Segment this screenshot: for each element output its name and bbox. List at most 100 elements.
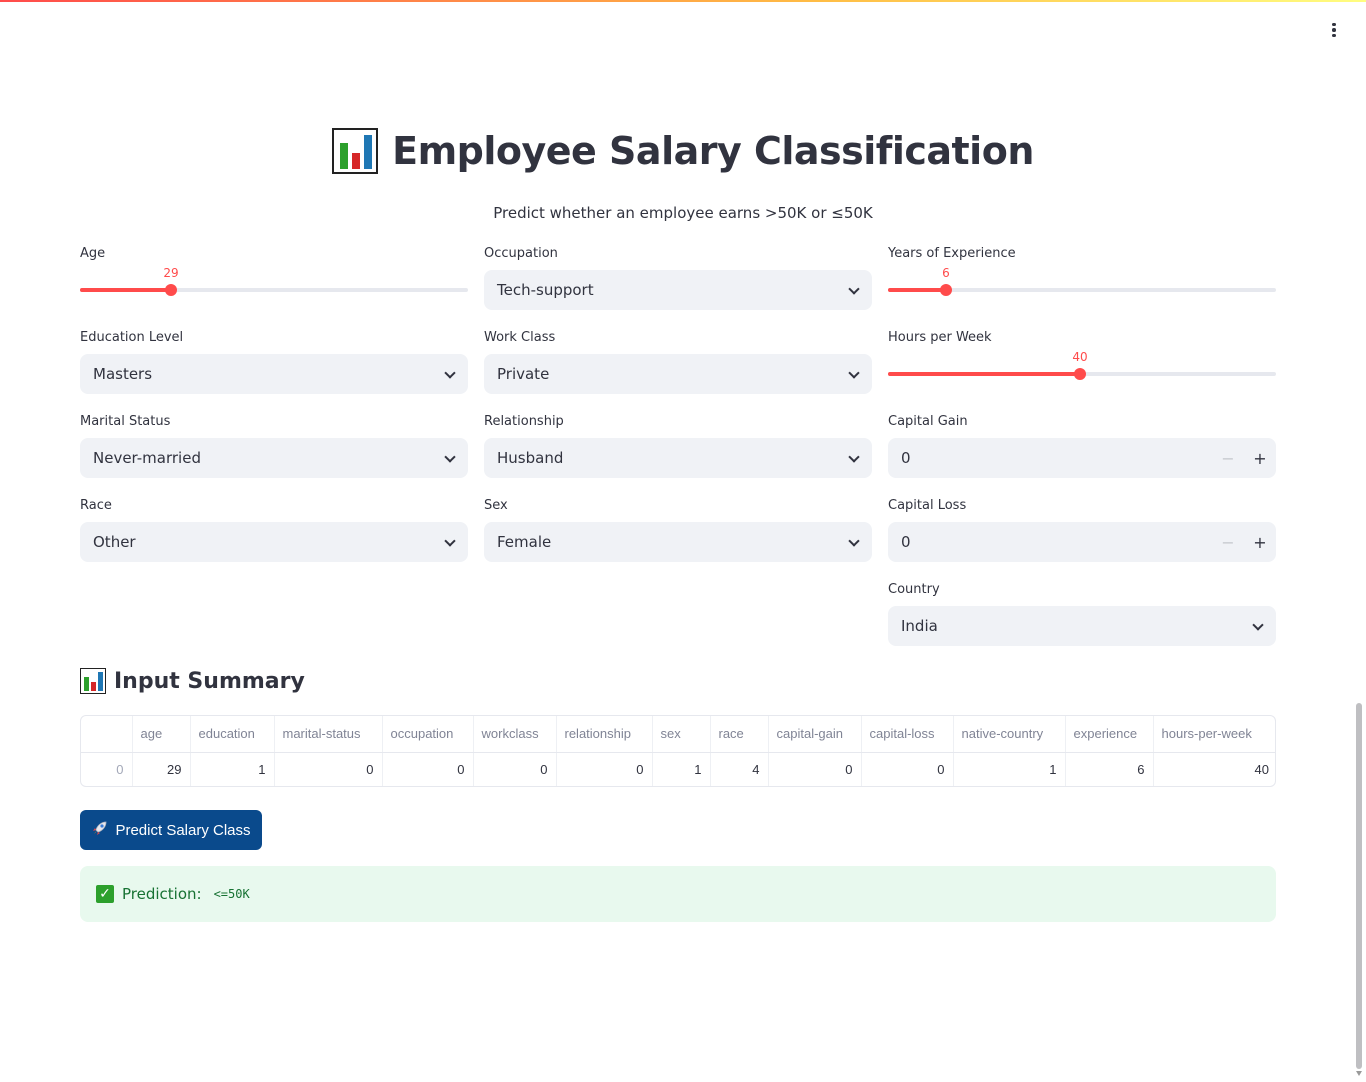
increment-button[interactable]: +	[1244, 438, 1276, 478]
predict-salary-button[interactable]: Predict Salary Class	[80, 810, 262, 850]
capital-loss-value[interactable]: 0	[888, 533, 1212, 551]
race-select[interactable]: Other	[80, 522, 468, 562]
country-select[interactable]: India	[888, 606, 1276, 646]
chevron-down-icon	[849, 369, 859, 379]
column-header[interactable]: experience	[1065, 716, 1154, 753]
marital-value: Never-married	[93, 449, 201, 467]
country-label: Country	[888, 582, 940, 597]
marital-label: Marital Status	[80, 414, 171, 429]
workclass-select[interactable]: Private	[484, 354, 872, 394]
prediction-result: ✓ Prediction: <=50K	[80, 866, 1276, 922]
chevron-down-icon	[849, 453, 859, 463]
bar-chart-icon	[80, 668, 106, 694]
slider-fill	[888, 288, 946, 292]
chevron-down-icon	[849, 537, 859, 547]
table-cell[interactable]: 0	[768, 752, 862, 786]
slider-fill	[80, 288, 171, 292]
marital-select[interactable]: Never-married	[80, 438, 468, 478]
row-index: 0	[81, 752, 133, 786]
input-summary-heading: Input Summary	[80, 668, 305, 694]
sex-select[interactable]: Female	[484, 522, 872, 562]
slider-value: 29	[163, 266, 179, 280]
hours-label: Hours per Week	[888, 330, 992, 345]
page-subtitle: Predict whether an employee earns >50K o…	[493, 204, 873, 222]
table-cell[interactable]: 1	[652, 752, 711, 786]
page-header: Employee Salary Classification	[0, 128, 1366, 174]
occupation-select[interactable]: Tech-support	[484, 270, 872, 310]
capital-gain-label: Capital Gain	[888, 414, 968, 429]
table-cell[interactable]: 1	[190, 752, 275, 786]
workclass-value: Private	[497, 365, 550, 383]
country-value: India	[901, 617, 938, 635]
sex-value: Female	[497, 533, 552, 551]
table-cell[interactable]: 4	[710, 752, 769, 786]
workclass-label: Work Class	[484, 330, 556, 345]
capital-loss-input[interactable]: 0 − +	[888, 522, 1276, 562]
table-cell[interactable]: 0	[274, 752, 383, 786]
occupation-value: Tech-support	[497, 281, 594, 299]
input-summary-table[interactable]: age education marital-status occupation …	[80, 715, 1276, 787]
table-cell[interactable]: 0	[861, 752, 954, 786]
race-label: Race	[80, 498, 112, 513]
column-header[interactable]: capital-gain	[768, 716, 862, 753]
education-select[interactable]: Masters	[80, 354, 468, 394]
top-decoration-bar	[0, 0, 1366, 2]
column-header[interactable]: hours-per-week	[1153, 716, 1275, 753]
predict-button-label: Predict Salary Class	[115, 821, 251, 839]
chevron-down-icon	[445, 453, 455, 463]
hours-slider[interactable]: 40	[888, 350, 1276, 394]
column-header[interactable]: education	[190, 716, 275, 753]
column-header[interactable]: workclass	[473, 716, 557, 753]
experience-label: Years of Experience	[888, 246, 1016, 261]
table-cell[interactable]: 1	[953, 752, 1066, 786]
column-header[interactable]: sex	[652, 716, 711, 753]
race-value: Other	[93, 533, 136, 551]
slider-fill	[888, 372, 1080, 376]
column-header[interactable]: age	[132, 716, 191, 753]
age-slider[interactable]: 29	[80, 266, 468, 310]
table-cell[interactable]: 40	[1153, 752, 1275, 786]
bar-chart-icon	[332, 128, 379, 174]
decrement-button[interactable]: −	[1212, 522, 1244, 562]
education-label: Education Level	[80, 330, 184, 345]
slider-value: 6	[942, 266, 950, 280]
column-header[interactable]: occupation	[382, 716, 474, 753]
slider-value: 40	[1072, 350, 1088, 364]
capital-gain-value[interactable]: 0	[888, 449, 1212, 467]
column-header[interactable]: capital-loss	[861, 716, 954, 753]
page-title: Employee Salary Classification	[392, 129, 1034, 173]
relationship-value: Husband	[497, 449, 564, 467]
relationship-label: Relationship	[484, 414, 564, 429]
column-header[interactable]: relationship	[556, 716, 653, 753]
table-cell[interactable]: 29	[132, 752, 191, 786]
column-header[interactable]	[81, 716, 133, 753]
table-cell[interactable]: 6	[1065, 752, 1154, 786]
slider-thumb[interactable]	[165, 284, 177, 296]
experience-slider[interactable]: 6	[888, 266, 1276, 310]
capital-gain-input[interactable]: 0 − +	[888, 438, 1276, 478]
chevron-down-icon	[445, 537, 455, 547]
column-header[interactable]: race	[710, 716, 769, 753]
capital-loss-label: Capital Loss	[888, 498, 967, 513]
slider-thumb[interactable]	[940, 284, 952, 296]
table-cell[interactable]: 0	[382, 752, 474, 786]
scroll-down-arrow-icon[interactable]	[1356, 1071, 1362, 1076]
increment-button[interactable]: +	[1244, 522, 1276, 562]
chevron-down-icon	[445, 369, 455, 379]
occupation-label: Occupation	[484, 246, 558, 261]
table-cell[interactable]: 0	[556, 752, 653, 786]
table-row[interactable]: 0 29 1 0 0 0 0 1 4 0 0 1 6 40	[81, 752, 1275, 786]
column-header[interactable]: native-country	[953, 716, 1066, 753]
relationship-select[interactable]: Husband	[484, 438, 872, 478]
main-menu-icon[interactable]	[1322, 18, 1346, 42]
decrement-button[interactable]: −	[1212, 438, 1244, 478]
scrollbar-thumb[interactable]	[1356, 703, 1362, 1069]
chevron-down-icon	[849, 285, 859, 295]
column-header[interactable]: marital-status	[274, 716, 383, 753]
table-header-row: age education marital-status occupation …	[81, 716, 1275, 753]
table-cell[interactable]: 0	[473, 752, 557, 786]
education-value: Masters	[93, 365, 153, 383]
age-label: Age	[80, 246, 106, 261]
input-summary-title: Input Summary	[114, 668, 305, 694]
slider-thumb[interactable]	[1074, 368, 1086, 380]
